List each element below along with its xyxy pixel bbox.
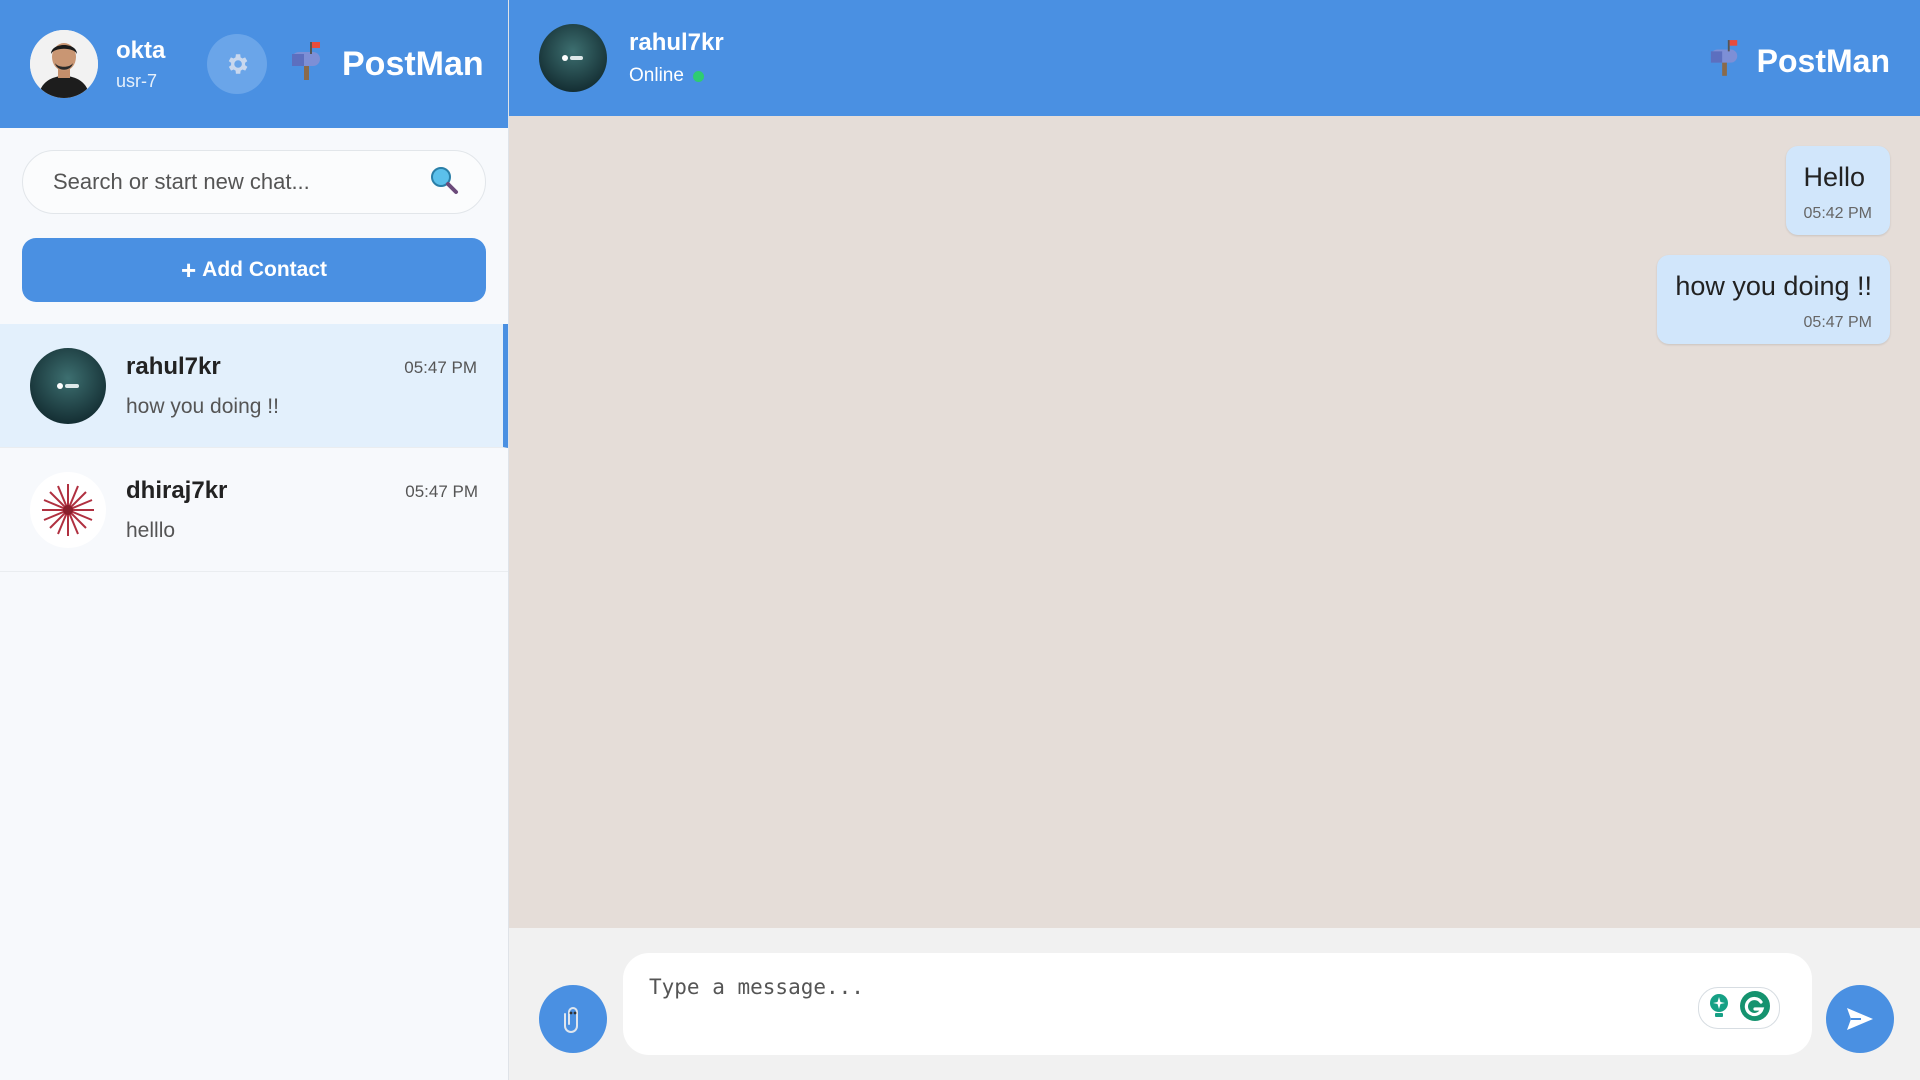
extension-icons <box>1698 987 1780 1029</box>
chat-pane: rahul7kr Online PostMan Hello 05:42 PM h… <box>509 0 1920 1080</box>
contact-avatar <box>30 471 106 548</box>
user-info: okta usr-7 <box>116 37 165 92</box>
app: okta usr-7 PostMan Search or start new c… <box>0 0 1920 1080</box>
contact-list: rahul7kr how you doing !! 05:47 PM dhira… <box>0 324 508 572</box>
add-contact-label: Add Contact <box>202 258 327 281</box>
lightbulb-icon[interactable] <box>1707 992 1731 1025</box>
message-bubble: Hello 05:42 PM <box>1785 146 1890 235</box>
chat-contact-avatar[interactable] <box>539 24 607 92</box>
status-text: Online <box>629 65 684 86</box>
sidebar-header: okta usr-7 PostMan <box>0 0 508 128</box>
user-name: okta <box>116 36 166 64</box>
contact-avatar <box>30 347 106 424</box>
brand-name: PostMan <box>1756 42 1890 79</box>
attach-button[interactable] <box>539 985 607 1053</box>
search-icon[interactable] <box>429 165 459 200</box>
search-area <box>0 128 508 214</box>
brand-name: PostMan <box>342 45 484 83</box>
paperclip-icon <box>564 1007 578 1033</box>
chat-contact-name: rahul7kr <box>629 29 724 56</box>
settings-button[interactable] <box>207 34 267 94</box>
contact-time: 05:47 PM <box>405 482 478 501</box>
mailbox-icon <box>290 40 324 89</box>
send-button[interactable] <box>1826 985 1894 1053</box>
user-id: usr-7 <box>116 70 158 91</box>
contact-item-rahul7kr[interactable]: rahul7kr how you doing !! 05:47 PM <box>0 324 508 448</box>
message-input[interactable] <box>649 975 1786 1025</box>
message-input-box <box>623 953 1812 1055</box>
search-input[interactable] <box>53 169 429 195</box>
grammarly-icon[interactable] <box>1739 990 1771 1027</box>
plus-icon: + <box>180 254 197 285</box>
chat-contact-status: Online <box>629 65 724 87</box>
chat-contact-info: rahul7kr Online <box>629 29 724 87</box>
chat-brand-logo: PostMan <box>1709 38 1890 84</box>
composer <box>509 928 1920 1080</box>
contact-preview: how you doing !! <box>126 394 279 418</box>
message-list: Hello 05:42 PM how you doing !! 05:47 PM <box>509 116 1920 928</box>
message-bubble: how you doing !! 05:47 PM <box>1657 255 1890 344</box>
contact-time: 05:47 PM <box>404 358 477 377</box>
mailbox-icon <box>1709 38 1741 84</box>
message-time: 05:42 PM <box>1803 205 1872 222</box>
online-dot-icon <box>692 70 704 82</box>
sidebar: okta usr-7 PostMan Search or start new c… <box>0 0 509 1080</box>
chat-header: rahul7kr Online PostMan <box>509 0 1920 116</box>
contact-preview: helllo <box>126 518 176 542</box>
message-text: Hello <box>1803 162 1866 192</box>
brand-logo: PostMan <box>290 40 484 89</box>
add-contact-button[interactable]: + Add Contact <box>22 238 486 302</box>
contact-item-dhiraj7kr[interactable]: dhiraj7kr helllo 05:47 PM <box>0 448 508 572</box>
user-avatar[interactable] <box>30 30 98 98</box>
search-box <box>22 150 486 214</box>
gear-icon <box>228 54 248 74</box>
message-time: 05:47 PM <box>1803 314 1872 331</box>
send-icon <box>1847 1008 1873 1030</box>
message-text: how you doing !! <box>1675 271 1872 301</box>
